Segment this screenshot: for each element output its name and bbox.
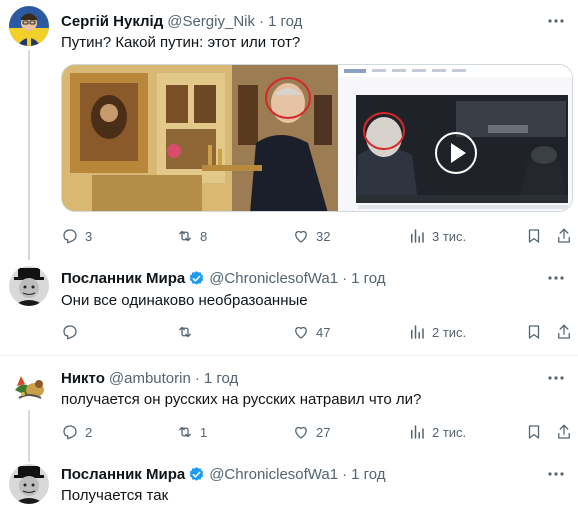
views-icon [411,425,424,439]
more-icon[interactable] [546,11,566,31]
separator-dot: · [259,12,264,30]
retweet-count: 8 [200,228,208,244]
heart-icon [295,326,307,339]
tweet-header: Никто @ambutorin · 1 год [61,368,238,388]
tweet-actions: 47 2 тис. [61,321,573,343]
reply-icon [63,229,77,244]
share-icon [558,424,570,439]
bookmark-icon [528,425,540,439]
timestamp[interactable]: 1 год [268,13,302,30]
tweet-header: Сергій Нуклід @Sergiy_Nik · 1 год [61,11,302,31]
tweet-text: Получается так [61,487,169,504]
heart-icon [295,230,307,243]
separator-dot: · [342,269,348,287]
avatar-image [9,6,49,46]
avatar-sergiy[interactable] [9,6,49,46]
tweet-text: получается он русских на русских натрави… [61,391,422,408]
verified-icon [188,270,205,287]
tweet-header: Посланник Мира @ChroniclesofWa1 · 1 год [61,268,386,288]
display-name[interactable]: Посланник Мира [61,270,185,287]
like-button[interactable]: 32 [292,225,330,247]
more-icon[interactable] [546,368,566,388]
media-video-car[interactable] [338,65,572,211]
user-handle[interactable]: @ambutorin [109,370,191,387]
like-count: 47 [316,324,331,340]
share-icon [558,324,570,339]
display-name[interactable]: Посланник Мира [61,466,185,483]
retweet-button[interactable]: 1 [176,421,207,443]
reply-button[interactable]: 2 [61,421,92,443]
heart-icon [295,426,307,439]
share-button[interactable] [555,225,573,247]
like-count: 27 [316,424,331,440]
like-button[interactable]: 47 [292,321,330,343]
tweet-1[interactable]: Сергій Нуклід @Sergiy_Nik · 1 год Путин?… [0,0,578,260]
avatar-image [9,366,49,406]
tweet-4[interactable]: Посланник Мира @ChroniclesofWa1 · 1 год … [0,456,578,514]
reply-count: 2 [85,424,93,440]
bookmark-button[interactable] [525,321,543,343]
tweet-text: Путин? Какой путин: этот или тот? [61,34,301,51]
display-name[interactable]: Сергій Нуклід [61,13,163,30]
retweet-icon [179,326,191,338]
like-button[interactable]: 27 [292,421,330,443]
tweet-actions: 3 8 32 3 тис. [61,225,573,247]
share-button[interactable] [555,321,573,343]
retweet-count: 1 [200,424,208,440]
bookmark-icon [528,229,540,243]
views-button[interactable]: 3 тис. [408,225,466,247]
avatar-image [9,464,49,504]
reply-icon [63,325,77,340]
timestamp[interactable]: 1 год [204,370,238,387]
avatar-poslannik[interactable] [9,266,49,306]
display-name[interactable]: Никто [61,370,105,387]
views-button[interactable]: 2 тис. [408,421,466,443]
tweet-header: Посланник Мира @ChroniclesofWa1 · 1 год [61,464,386,484]
tweet-3[interactable]: Никто @ambutorin · 1 год получается он р… [0,356,578,462]
user-handle[interactable]: @ChroniclesofWa1 [209,466,338,483]
retweet-icon [179,230,191,242]
reply-button[interactable] [61,321,85,343]
share-icon [558,228,570,243]
views-icon [411,325,424,339]
bookmark-button[interactable] [525,225,543,247]
retweet-button[interactable]: 8 [176,225,207,247]
user-handle[interactable]: @ChroniclesofWa1 [209,270,338,287]
retweet-icon [179,426,191,438]
church-photo [62,65,338,211]
bookmark-button[interactable] [525,421,543,443]
tweet-text: Они все одинаково необразоанные [61,292,308,309]
views-icon [411,229,424,243]
timestamp[interactable]: 1 год [351,270,385,287]
video-preview [338,65,572,211]
views-count: 2 тис. [432,324,467,340]
share-button[interactable] [555,421,573,443]
retweet-button[interactable] [176,321,200,343]
avatar-nikto[interactable] [9,366,49,406]
tweet-2[interactable]: Посланник Мира @ChroniclesofWa1 · 1 год … [0,255,578,355]
separator-dot: · [342,465,348,483]
verified-icon [188,466,205,483]
avatar-image [9,266,49,306]
like-count: 32 [316,228,331,244]
views-count: 3 тис. [432,228,467,244]
more-icon[interactable] [546,464,566,484]
media-photo-church[interactable] [62,65,338,211]
more-icon[interactable] [546,268,566,288]
thread-line [28,50,30,260]
reply-button[interactable]: 3 [61,225,92,247]
views-count: 2 тис. [432,424,467,440]
user-handle[interactable]: @Sergiy_Nik [167,13,255,30]
bookmark-icon [528,325,540,339]
reply-count: 3 [85,228,93,244]
reply-icon [63,425,77,440]
timestamp[interactable]: 1 год [351,466,385,483]
avatar-poslannik[interactable] [9,464,49,504]
tweet-actions: 2 1 27 2 тис. [61,421,573,443]
views-button[interactable]: 2 тис. [408,321,466,343]
thread-line [28,410,30,462]
tweet-media[interactable] [61,64,573,212]
separator-dot: · [194,369,200,387]
